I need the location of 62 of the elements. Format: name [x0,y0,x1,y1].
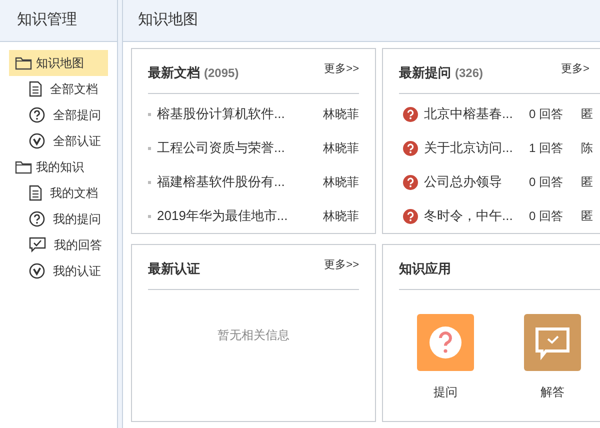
document-icon [29,81,42,97]
empty-message: 暂无相关信息 [218,327,290,344]
document-title[interactable]: 2019年华为最佳地市... [157,206,323,226]
document-title[interactable]: 工程公司资质与荣誉... [157,138,323,158]
answer-icon [29,237,46,253]
document-title[interactable]: 福建榕基软件股份有... [157,172,323,192]
more-link[interactable]: 更多> [561,60,590,78]
more-link[interactable]: 更多>> [324,256,359,274]
verified-icon [29,263,45,279]
author-name: 林晓菲 [323,140,359,157]
app-label[interactable]: 提问 [434,383,458,401]
author-name: 林晓菲 [323,208,359,225]
sidebar-item[interactable]: 全部文档 [9,76,108,102]
question-icon [29,107,45,123]
sidebar-item[interactable]: 全部认证 [9,128,108,154]
folder-icon [15,160,32,174]
sidebar-item[interactable]: 我的认证 [9,258,108,284]
bullet-icon [148,146,151,150]
answer-count: 1 回答 [529,140,564,157]
sidebar-item[interactable]: 我的文档 [9,180,108,206]
bullet-icon [148,180,151,184]
folder-icon [15,56,32,70]
answer-count: 0 回答 [529,208,564,225]
panel-title: 最新提问 [399,64,451,82]
asker-name: 陈 [581,140,593,157]
panel-count: (326) [455,65,484,82]
sidebar-item[interactable]: 我的回答 [9,232,108,258]
sidebar-item[interactable]: 我的知识 [9,154,108,180]
asker-name: 匿 [581,106,593,123]
sidebar-item[interactable]: 我的提问 [9,206,108,232]
bullet-icon [148,112,151,116]
answer-count: 0 回答 [529,106,564,123]
panel-count: (2095) [204,65,239,82]
sidebar-title: 知识管理 [17,10,77,30]
document-title[interactable]: 榕基股份计算机软件... [157,104,323,124]
app-label[interactable]: 解答 [540,383,564,401]
bullet-icon [148,214,151,218]
question-icon [403,174,418,190]
sidebar-item[interactable]: 全部提问 [9,102,108,128]
question-title[interactable]: 北京中榕基春... [424,104,529,124]
question-icon [29,211,45,227]
asker-name: 匿 [581,208,593,225]
page-title: 知识地图 [138,10,198,30]
question-app-icon[interactable] [417,314,474,371]
panel-title: 最新认证 [148,260,200,278]
question-title[interactable]: 关于北京访问... [424,138,529,158]
verified-icon [29,133,45,149]
question-icon [403,140,418,156]
author-name: 林晓菲 [323,106,359,123]
question-icon [403,106,418,122]
answer-count: 0 回答 [529,174,564,191]
author-name: 林晓菲 [323,174,359,191]
question-title[interactable]: 冬时令，中午... [424,206,529,226]
question-icon [403,208,418,224]
answer-app-icon[interactable] [524,314,581,371]
panel-title: 知识应用 [399,260,451,278]
panel-title: 最新文档 [148,64,200,82]
question-title[interactable]: 公司总办领导 [424,172,529,192]
sidebar-item[interactable]: 知识地图 [9,50,108,76]
asker-name: 匿 [581,174,593,191]
more-link[interactable]: 更多>> [324,60,359,78]
document-icon [29,185,42,201]
